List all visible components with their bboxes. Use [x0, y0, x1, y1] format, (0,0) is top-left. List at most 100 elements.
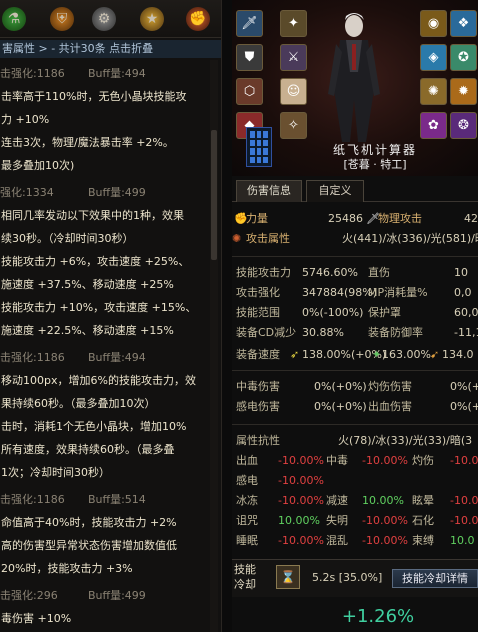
detail-stat-row: 装备CD减少 30.88% 装备防御率 -11,1: [232, 324, 478, 342]
buff-strength: 击强化:1186: [0, 351, 65, 364]
avatar-slot-icon[interactable]: ☺: [280, 78, 307, 105]
potion-icon[interactable]: ⚗: [2, 7, 26, 31]
weapon-slot-icon[interactable]: 🗡: [236, 10, 263, 37]
buff-header: 击强化:296 Buff量:499: [0, 584, 210, 607]
status-name: 出血: [236, 454, 258, 467]
buff-block: 击强化:296 Buff量:499 毒伤害 +10%: [0, 584, 210, 630]
skill-cd-label: 技能 冷却: [234, 562, 256, 592]
bracelet-slot-icon[interactable]: ◉: [420, 10, 447, 37]
damage-increase-value: +1.26%: [341, 606, 415, 627]
tab-damage-info[interactable]: 伤害信息: [236, 180, 302, 202]
buff-description-line: 续30秒。（冷却时间30秒）: [1, 232, 134, 245]
stat-value: 347884(98%): [302, 286, 378, 299]
character-figure: [328, 13, 380, 142]
earring-slot-icon[interactable]: ✹: [450, 78, 477, 105]
buff-description-line: 施速度 +22.5%、移动速度 +15%: [1, 324, 174, 337]
status-resist-value: 10.0: [450, 534, 475, 547]
status-name: 减速: [326, 494, 348, 507]
move-speed-value: 134.0: [442, 348, 474, 361]
stat-value: 5746.60%: [302, 266, 358, 279]
stat-label: 装备防御率: [368, 326, 423, 339]
status-name: 失明: [326, 514, 348, 527]
buff-amount: Buff量:499: [88, 186, 146, 199]
buff-description-line: 施速度 +37.5%、移动速度 +25%: [1, 278, 174, 291]
pants-slot-icon[interactable]: ⬡: [236, 78, 263, 105]
buff-header: 击强化:1186 Buff量:494: [0, 346, 210, 369]
status-resist-value: -10.00%: [278, 454, 324, 467]
buff-description-line: 毒伤害 +10%: [1, 612, 72, 625]
support-slot-icon[interactable]: ✪: [450, 44, 477, 71]
status-resist-value: -10.00%: [278, 474, 324, 487]
dot-value: 0%(+0: [450, 380, 478, 393]
resist-row: 属性抗性 火(78)/冰(33)/光(33)/暗(3: [232, 432, 478, 450]
stat-label: 技能攻击力: [236, 266, 291, 279]
stat-value: 60,0: [454, 306, 478, 319]
equip-speed-row: 装备速度 ➶ 138.00%(+0%) ✦ 163.00% ➹ 134.0: [232, 346, 478, 364]
buff-header: 击强化:1186 Buff量:494: [0, 62, 210, 85]
dot-stat-row: 中毒伤害 0%(+0%)灼伤伤害 0%(+0: [232, 378, 478, 396]
buff-strength: 击强化:1186: [0, 67, 65, 80]
star-rank-icon[interactable]: ★: [140, 7, 164, 31]
resist-label: 属性抗性: [236, 434, 280, 447]
status-name: 混乱: [326, 534, 348, 547]
pet-slot-icon[interactable]: ✿: [420, 112, 447, 139]
stat-value: 0%(-100%): [302, 306, 364, 319]
dot-label: 中毒伤害: [236, 380, 280, 393]
top-icon-bar: ⚗ ⛨ ⚙ ★ ✊: [0, 0, 221, 38]
buff-description-line: 力 +10%: [1, 113, 50, 126]
buff-description-line: 果持续60秒。（最多叠加10次）: [1, 397, 156, 410]
attack-attr-label: 攻击属性: [246, 232, 290, 245]
status-resist-value: -10.00%: [362, 514, 408, 527]
dot-value: 0%(+0: [450, 400, 478, 413]
status-name: 眩晕: [412, 494, 434, 507]
buff-description-line: 1次；冷却时间30秒）: [1, 466, 110, 479]
fist-icon[interactable]: ✊: [186, 7, 210, 31]
ring-slot-icon[interactable]: ◈: [420, 44, 447, 71]
stat-label: 装备CD减少: [236, 326, 297, 339]
status-name: 睡眠: [236, 534, 258, 547]
strength-row: ✊ 力量 25486 🗡 物理攻击 42: [232, 210, 478, 228]
stat-label: 保护罩: [368, 306, 401, 319]
buff-block: 击强化:1186 Buff量:494 移动100px，增加6%的技能攻击力，效 果持续…: [0, 346, 210, 484]
buff-block: 强化:1334 Buff量:499 相同几率发动以下效果中的1种，效果 续30秒。（冷…: [0, 181, 210, 342]
element-icon: ✺: [232, 232, 242, 245]
buff-description-line: 连击3次，物理/魔法暴击率 +2%。: [1, 136, 174, 149]
shield-icon[interactable]: ⛨: [50, 7, 74, 31]
buff-amount: Buff量:494: [88, 351, 146, 364]
status-name: 感电: [236, 474, 258, 487]
buff-strength: 强化:1334: [0, 186, 54, 199]
scrollbar-thumb[interactable]: [211, 130, 217, 260]
skill-cooldown-row: 技能 冷却 ⌛ 5.2s [35.0%] 技能冷却详情: [232, 559, 478, 597]
dot-label: 出血伤害: [368, 400, 412, 413]
buff-header: 击强化:1186 Buff量:514: [0, 488, 210, 511]
shoes-slot-icon[interactable]: ✧: [280, 112, 307, 139]
buff-detail-panel: ⚗ ⛨ ⚙ ★ ✊ 害属性 > - 共计30条 点击折叠 击强化:1186 Buf…: [0, 0, 222, 632]
status-resist-value: -10.0: [450, 494, 478, 507]
skill-cd-label-top: 技能: [234, 563, 256, 576]
damage-attr-header[interactable]: 害属性 > - 共计30条 点击折叠: [0, 40, 221, 58]
strength-value: 25486: [328, 212, 363, 225]
necklace-slot-icon[interactable]: ❖: [450, 10, 477, 37]
gear-icon[interactable]: ⚙: [92, 7, 116, 31]
skill-cd-detail-button[interactable]: 技能冷却详情: [392, 569, 478, 588]
tab-custom[interactable]: 自定义: [306, 180, 364, 202]
buff-description-line: 技能攻击力 +6%，攻击速度 +25%、: [1, 255, 190, 268]
title-slot-icon[interactable]: ✦: [280, 10, 307, 37]
creature-slot-icon[interactable]: ❂: [450, 112, 477, 139]
buff-list: 击强化:1186 Buff量:494 击率高于110%时，无色小晶块技能攻力 +10…: [0, 62, 210, 632]
status-name: 束缚: [412, 534, 434, 547]
status-resist-value: 10.00%: [362, 494, 404, 507]
character-stats-panel: 🗡 ✦ ⛊ ⚔ ⬡ ☺ ◆ ✧ ◉ ❖ ◈ ✪ ✺ ✹ ✿ ❂ 纸飞机计算器 […: [232, 0, 478, 632]
shoulder-slot-icon[interactable]: ⛊: [236, 44, 263, 71]
buff-strength: 击强化:1186: [0, 493, 65, 506]
stat-value: 30.88%: [302, 326, 344, 339]
buff-description-line: 命值高于40%时，技能攻击力 +2%: [1, 516, 177, 529]
buff-description-line: 所有速度，效果持续60秒。（最多叠: [1, 443, 175, 456]
magic-stone-slot-icon[interactable]: ✺: [420, 78, 447, 105]
dot-stat-row: 感电伤害 0%(+0%)出血伤害 0%(+0: [232, 398, 478, 416]
strength-label: 力量: [246, 212, 268, 225]
top-slot-icon[interactable]: ⚔: [280, 44, 307, 71]
scrollbar[interactable]: [210, 60, 218, 632]
skill-cd-label-bottom: 冷却: [234, 578, 256, 591]
status-name: 中毒: [326, 454, 348, 467]
